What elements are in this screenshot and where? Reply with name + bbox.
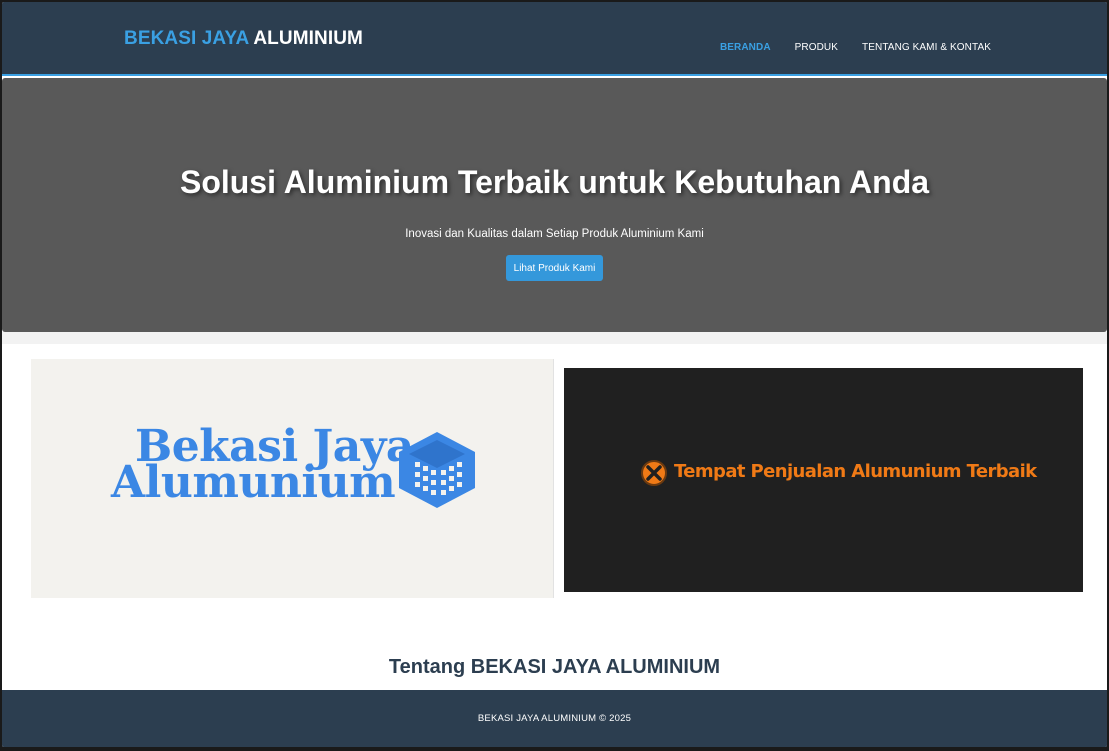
hero-section: Solusi Aluminium Terbaik untuk Kebutuhan… [2, 78, 1107, 332]
banner-logo-line2: Alumunium [111, 457, 396, 508]
nav-beranda[interactable]: BERANDA [720, 42, 771, 53]
brand-text: ALUMINIUM [253, 28, 363, 49]
hero-subtitle: Inovasi dan Kualitas dalam Setiap Produk… [405, 228, 704, 240]
brand-accent-text: BEKASI JAYA [124, 28, 249, 49]
building-icon [399, 432, 475, 508]
x-badge-icon [641, 460, 667, 486]
section-divider [2, 332, 1107, 344]
banner-tagline: Tempat Penjualan Alumunium Terbaik [674, 461, 1037, 482]
site-header: BEKASI JAYA ALUMINIUM BERANDA PRODUK TEN… [2, 2, 1107, 76]
nav-produk[interactable]: PRODUK [795, 42, 838, 53]
footer-copyright: BEKASI JAYA ALUMINIUM © 2025 [477, 713, 632, 724]
browser-viewport: BEKASI JAYA ALUMINIUM BERANDA PRODUK TEN… [2, 2, 1107, 747]
nav-tentang-kontak[interactable]: TENTANG KAMI & KONTAK [862, 42, 991, 53]
banner-logo-text: Bekasi Jaya Alumunium [111, 425, 414, 508]
site-logo[interactable]: BEKASI JAYA ALUMINIUM [124, 28, 363, 50]
hero-title: Solusi Aluminium Terbaik untuk Kebutuhan… [179, 164, 930, 200]
main-nav: BERANDA PRODUK TENTANG KAMI & KONTAK [720, 42, 991, 53]
view-products-button[interactable]: Lihat Produk Kami [506, 255, 603, 281]
bekasi-jaya-logo-banner: Bekasi Jaya Alumunium [31, 359, 554, 598]
about-section-title: Tentang BEKASI JAYA ALUMINIUM [388, 656, 721, 678]
tagline-banner: Tempat Penjualan Alumunium Terbaik [564, 368, 1083, 592]
site-footer: BEKASI JAYA ALUMINIUM © 2025 [2, 690, 1107, 747]
